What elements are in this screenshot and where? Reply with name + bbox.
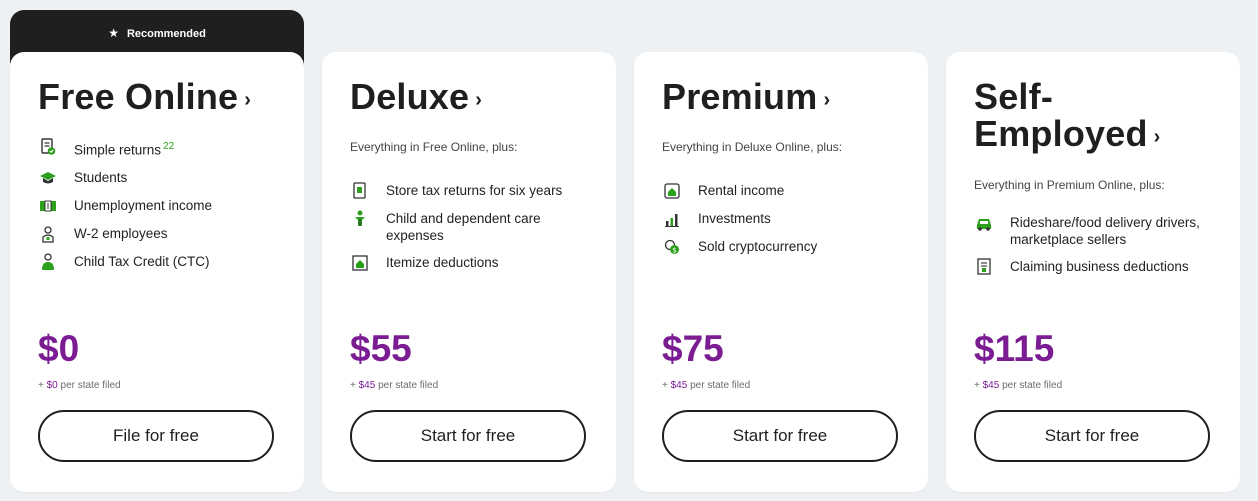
feature-label: Child Tax Credit (CTC) <box>74 253 210 269</box>
plan-price: $115 <box>974 328 1055 369</box>
plan-title-link[interactable]: Deluxe › <box>350 78 600 119</box>
chevron-right-icon: › <box>475 89 483 111</box>
start-for-free-button[interactable]: Start for free <box>350 410 586 462</box>
feature-label: Students <box>74 169 128 185</box>
state-filing-note: + $0 per state filed <box>38 380 121 391</box>
plan-price: $0 <box>38 328 80 369</box>
state-price: $45 <box>670 380 688 391</box>
plan-title: Premium <box>662 76 818 117</box>
plan-subtitle: Everything in Free Online, plus: <box>350 140 518 154</box>
document-check-icon <box>38 138 58 156</box>
plan-subtitle: Everything in Premium Online, plus: <box>974 178 1165 192</box>
feature-item: Simple returns 22 <box>38 138 288 159</box>
state-price: $45 <box>982 380 1000 391</box>
footnote-marker[interactable]: 22 <box>163 141 174 152</box>
feature-label: Sold cryptocurrency <box>698 239 818 254</box>
feature-list: Rideshare/food delivery drivers, marketp… <box>974 214 1224 286</box>
plan-card-premium: Premium › Everything in Deluxe Online, pl… <box>634 52 928 492</box>
state-price: $0 <box>46 380 58 391</box>
file-for-free-button[interactable]: File for free <box>38 410 274 462</box>
feature-label: Store tax returns for six years <box>386 183 563 198</box>
rental-house-icon <box>662 182 682 200</box>
feature-label: Child and dependent care expenses <box>386 211 541 243</box>
feature-item: Rideshare/food delivery drivers, marketp… <box>974 214 1224 248</box>
feature-item: Investments <box>662 210 912 228</box>
feature-item: Students <box>38 169 288 187</box>
plan-card-deluxe: Deluxe › Everything in Free Online, plus:… <box>322 52 616 492</box>
feature-list: Rental income Investments $ Sold cryptoc… <box>662 182 912 266</box>
feature-item: Unemployment income <box>38 197 288 215</box>
chevron-right-icon: › <box>244 89 252 111</box>
state-filing-note: + $45 per state filed <box>974 380 1063 391</box>
graduation-cap-icon <box>38 169 58 187</box>
money-icon <box>38 197 58 215</box>
feature-item: Store tax returns for six years <box>350 182 600 200</box>
feature-label: Simple returns <box>74 142 162 158</box>
feature-list: Store tax returns for six years Child an… <box>350 182 600 282</box>
car-icon <box>974 214 994 232</box>
plan-title: Deluxe <box>350 76 470 117</box>
plan-card-free-online: Free Online › Simple returns 22 Students U… <box>10 52 304 492</box>
plan-price: $55 <box>350 328 412 369</box>
plan-title-link[interactable]: Self-Employed › <box>974 78 1174 156</box>
plan-title: Self-Employed <box>974 76 1148 154</box>
feature-label: Rental income <box>698 183 785 198</box>
plan-title: Free Online <box>38 76 239 117</box>
feature-label: Unemployment income <box>74 197 213 213</box>
feature-label: Itemize deductions <box>386 255 499 270</box>
plan-card-self-employed: Self-Employed › Everything in Premium Onl… <box>946 52 1240 492</box>
feature-list: Simple returns 22 Students Unemployment i… <box>38 138 288 281</box>
feature-label: Rideshare/food delivery drivers, marketp… <box>1010 215 1200 247</box>
house-document-icon <box>350 254 370 272</box>
feature-item: Claiming business deductions <box>974 258 1224 276</box>
plan-subtitle: Everything in Deluxe Online, plus: <box>662 140 843 154</box>
plan-title-link[interactable]: Premium › <box>662 78 912 119</box>
bar-chart-icon <box>662 210 682 228</box>
document-storage-icon <box>350 182 370 200</box>
feature-item: Child Tax Credit (CTC) <box>38 252 288 271</box>
feature-label: Investments <box>698 211 771 226</box>
employee-badge-icon <box>38 225 58 243</box>
svg-text:$: $ <box>672 247 676 255</box>
recommended-label: Recommended <box>126 28 206 40</box>
feature-item: Rental income <box>662 182 912 200</box>
feature-label: W-2 employees <box>74 225 168 241</box>
plan-price: $75 <box>662 328 724 369</box>
start-for-free-button[interactable]: Start for free <box>662 410 898 462</box>
child-care-icon <box>350 210 370 228</box>
feature-item: Itemize deductions <box>350 254 600 272</box>
crypto-coin-icon: $ <box>662 238 682 256</box>
chevron-right-icon: › <box>1153 126 1161 148</box>
feature-label: Claiming business deductions <box>1010 259 1189 274</box>
feature-item: $ Sold cryptocurrency <box>662 238 912 256</box>
state-filing-note: + $45 per state filed <box>350 380 439 391</box>
feature-item: Child and dependent care expenses <box>350 210 600 244</box>
star-icon: ★ <box>108 26 119 40</box>
feature-item: W-2 employees <box>38 225 288 243</box>
child-icon <box>38 252 58 271</box>
chevron-right-icon: › <box>823 89 831 111</box>
state-price: $45 <box>358 380 376 391</box>
state-filing-note: + $45 per state filed <box>662 380 751 391</box>
start-for-free-button[interactable]: Start for free <box>974 410 1210 462</box>
receipt-icon <box>974 258 994 276</box>
plan-title-link[interactable]: Free Online › <box>38 78 288 119</box>
